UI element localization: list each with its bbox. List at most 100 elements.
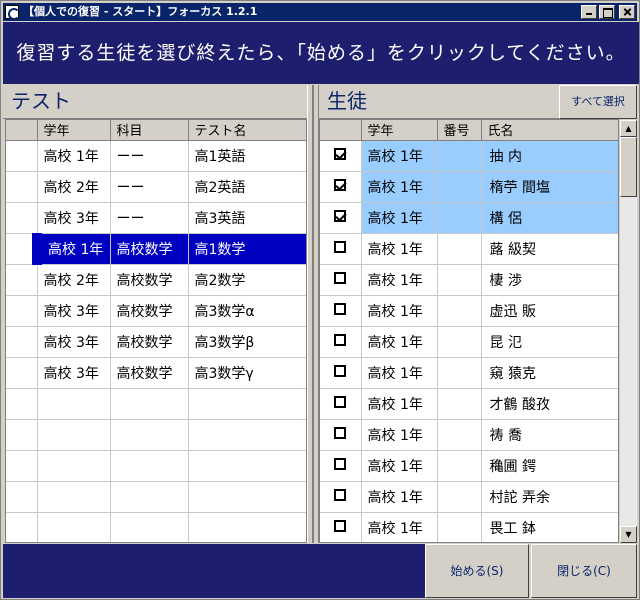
column-header-number[interactable]: 番号 [437,120,482,141]
test-name-cell: 高1数学 [188,233,306,265]
row-marker[interactable] [6,233,42,265]
student-checkbox[interactable] [334,395,347,408]
student-row[interactable]: 高校 1年 畏工 鉢 [320,512,618,542]
student-checkbox-cell[interactable] [320,140,362,172]
student-checkbox-cell[interactable] [320,171,362,203]
maximize-button[interactable] [599,5,615,19]
student-name-cell: 村詑 弄余 [481,481,618,513]
student-row[interactable]: 高校 1年 棲 渉 [320,264,618,296]
student-checkbox-cell[interactable] [320,264,362,296]
row-marker[interactable] [6,295,38,327]
minimize-button[interactable] [581,5,597,19]
student-row[interactable]: 高校 1年 昆 氾 [320,326,618,358]
start-button[interactable]: 始める(S) [425,544,529,598]
test-subject-cell: 高校数学 [110,357,189,389]
column-header-test-name[interactable]: テスト名 [188,120,306,141]
student-row[interactable]: 高校 1年 蕗 級契 [320,233,618,265]
scroll-up-button[interactable]: ▲ [620,120,637,137]
test-name-cell: 高2英語 [188,171,306,203]
student-grade-cell: 高校 1年 [361,140,438,172]
student-row[interactable]: 高校 1年 祷 喬 [320,419,618,451]
column-header-grade[interactable]: 学年 [361,120,438,141]
student-checkbox-cell[interactable] [320,512,362,542]
test-grid[interactable]: 学年 科目 テスト名 高校 1年 ーー 高1英語 高校 2年 ーー 高2英語 高校 3年 ーー… [5,119,307,543]
column-header-grade[interactable]: 学年 [37,120,111,141]
student-grade-cell: 高校 1年 [361,295,438,327]
student-name-cell: 昆 氾 [481,326,618,358]
select-all-button[interactable]: すべて選択 [559,85,637,119]
column-header-subject[interactable]: 科目 [110,120,189,141]
student-grid-scrollbar[interactable]: ▲ ▼ [619,120,637,543]
student-number-cell [437,202,482,234]
row-marker[interactable] [6,202,38,234]
student-checkbox-cell[interactable] [320,295,362,327]
student-checkbox[interactable] [334,364,347,377]
student-row[interactable]: 高校 1年 村詑 弄余 [320,481,618,513]
student-checkbox[interactable] [334,333,347,346]
student-checkbox-cell[interactable] [320,481,362,513]
test-row[interactable]: 高校 3年 高校数学 高3数学γ [6,357,306,389]
row-marker[interactable] [6,357,38,389]
column-header-name[interactable]: 氏名 [481,120,618,141]
student-checkbox[interactable] [334,302,347,315]
student-row[interactable]: 高校 1年 楕苧 間塩 [320,171,618,203]
student-checkbox[interactable] [334,457,347,470]
student-row[interactable]: 高校 1年 窺 猿克 [320,357,618,389]
student-checkbox[interactable] [334,209,347,222]
test-row[interactable]: 高校 2年 高校数学 高2数学 [6,264,306,296]
student-name-cell: 構 侶 [481,202,618,234]
test-row[interactable]: 高校 2年 ーー 高2英語 [6,171,306,203]
student-checkbox-cell[interactable] [320,326,362,358]
test-row[interactable]: 高校 3年 ーー 高3英語 [6,202,306,234]
test-grade-cell: 高校 2年 [37,171,111,203]
student-checkbox[interactable] [334,240,347,253]
student-grade-cell: 高校 1年 [361,388,438,420]
test-row[interactable]: 高校 3年 高校数学 高3数学β [6,326,306,358]
student-grid[interactable]: 学年 番号 氏名 高校 1年抽 内高校 1年 楕苧 間塩 高校 1年構 侶高校 1年… [319,119,619,543]
student-row[interactable]: 高校 1年 穐圃 鍔 [320,450,618,482]
student-row[interactable]: 高校 1年 抽 内 [320,140,618,172]
student-checkbox[interactable] [334,426,347,439]
test-row[interactable]: 高校 3年 高校数学 高3数学α [6,295,306,327]
test-row[interactable]: 高校 1年 高校数学 高1数学 [6,233,306,265]
test-name-cell: 高1英語 [188,140,306,172]
student-checkbox-cell[interactable] [320,202,362,234]
student-checkbox-cell[interactable] [320,450,362,482]
empty-row [6,388,306,420]
student-grade-cell: 高校 1年 [361,171,438,203]
title-bar[interactable]: 【個人での復習 - スタート】フォーカス 1.2.1 [3,3,637,21]
test-row[interactable]: 高校 1年 ーー 高1英語 [6,140,306,172]
row-marker[interactable] [6,171,38,203]
student-checkbox-cell[interactable] [320,357,362,389]
student-number-cell [437,326,482,358]
row-marker[interactable] [6,140,38,172]
student-name-cell: 窺 猿克 [481,357,618,389]
student-checkbox-cell[interactable] [320,419,362,451]
row-marker[interactable] [6,264,38,296]
scroll-thumb[interactable] [620,137,637,197]
panel-splitter[interactable] [307,85,319,543]
scroll-down-button[interactable]: ▼ [620,526,637,543]
close-button[interactable]: 閉じる(C) [531,544,637,598]
test-grade-cell: 高校 1年 [37,140,111,172]
student-name-cell: 楕苧 間塩 [481,171,618,203]
test-subject-cell: 高校数学 [110,264,189,296]
student-checkbox[interactable] [334,178,347,191]
student-checkbox-cell[interactable] [320,233,362,265]
student-row[interactable]: 高校 1年 虚迅 販 [320,295,618,327]
student-row[interactable]: 高校 1年 才鶴 酸孜 [320,388,618,420]
checkbox-header [320,120,362,141]
student-grade-cell: 高校 1年 [361,326,438,358]
student-number-cell [437,171,482,203]
close-window-button[interactable] [619,5,635,19]
test-subject-cell: 高校数学 [110,326,189,358]
student-checkbox[interactable] [334,147,347,160]
student-checkbox[interactable] [334,488,347,501]
student-checkbox[interactable] [334,519,347,532]
student-row[interactable]: 高校 1年 構 侶 [320,202,618,234]
student-checkbox[interactable] [334,271,347,284]
row-marker[interactable] [6,326,38,358]
student-name-cell: 穐圃 鍔 [481,450,618,482]
student-number-cell [437,233,482,265]
student-checkbox-cell[interactable] [320,388,362,420]
